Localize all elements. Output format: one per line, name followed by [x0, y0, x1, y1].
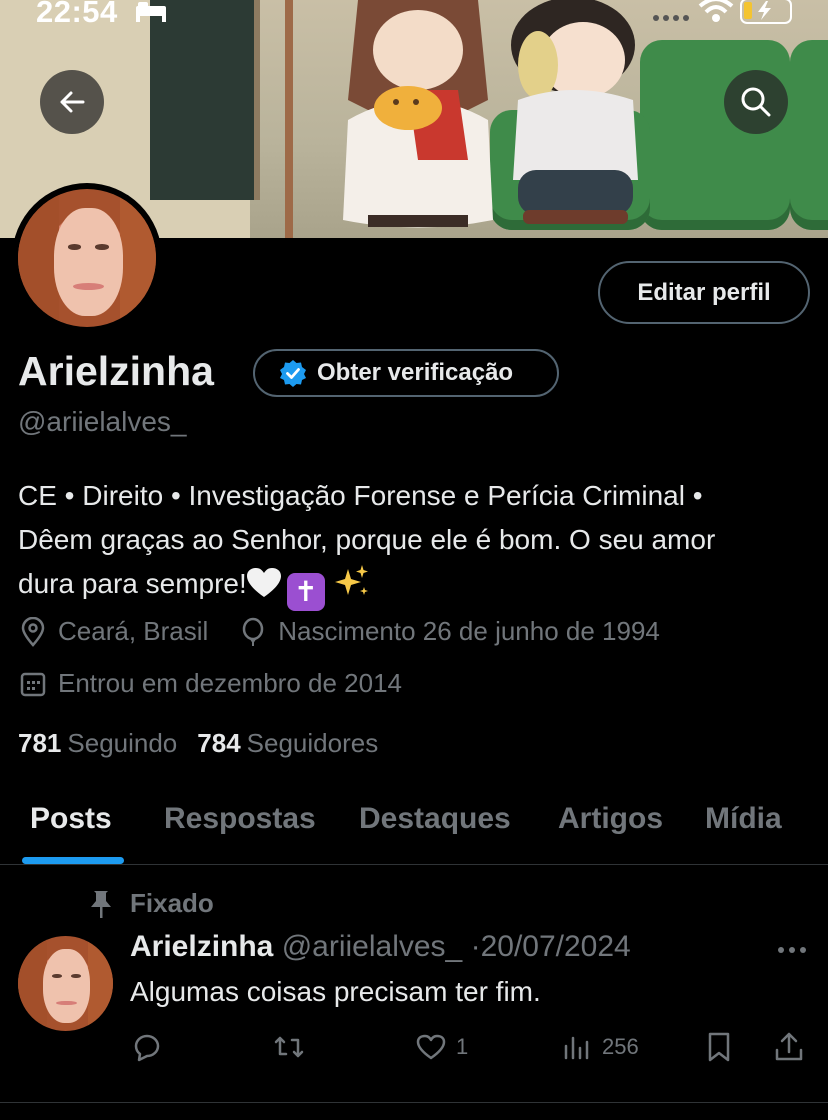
tab-posts[interactable]: Posts — [30, 802, 112, 836]
location-text: Ceará, Brasil — [58, 616, 209, 646]
latin-cross-emoji-icon: ✝ — [286, 573, 325, 611]
pinned-indicator: Fixado — [88, 888, 214, 919]
bio-line: Dêem graças ao Senhor, porque ele é bom.… — [18, 524, 716, 555]
status-bar: 22:54 — [0, 0, 828, 30]
birthday-text: Nascimento 26 de junho de 1994 — [278, 616, 660, 646]
cellular-signal-icon — [653, 15, 689, 21]
battery-icon — [740, 0, 792, 24]
views-button[interactable]: 256 — [560, 1030, 639, 1064]
get-verified-label: Obter verificação — [317, 359, 514, 386]
banner-window — [150, 0, 260, 200]
bookmark-icon — [708, 1032, 730, 1062]
like-button[interactable]: 1 — [414, 1030, 468, 1064]
pinned-label: Fixado — [130, 888, 214, 918]
banner-seat — [790, 40, 828, 230]
joined-item: Entrou em dezembro de 2014 — [18, 668, 402, 699]
banner-rail — [285, 0, 293, 238]
balloon-icon — [243, 617, 264, 646]
followers-link[interactable]: 784 Seguidores — [197, 728, 378, 759]
status-time: 22:54 — [36, 0, 118, 29]
tab-highlights[interactable]: Destaques — [359, 802, 511, 836]
post-date[interactable]: 20/07/2024 — [481, 930, 631, 963]
profile-meta-row: Ceará, Brasil Nascimento 26 de junho de … — [18, 616, 690, 647]
followers-count: 784 — [197, 728, 241, 758]
profile-avatar[interactable] — [12, 183, 162, 333]
post-actions: 1 256 — [0, 1030, 828, 1070]
tab-media[interactable]: Mídia — [705, 802, 782, 836]
banner-illustration-girl — [511, 0, 638, 224]
post-author-handle[interactable]: @ariielalves_ — [282, 930, 463, 963]
bio-line: CE • Direito • Investigação Forense e Pe… — [18, 480, 703, 511]
back-arrow-icon — [60, 91, 85, 113]
bookmark-button[interactable] — [702, 1030, 736, 1064]
joined-text: Entrou em dezembro de 2014 — [58, 668, 402, 698]
location-icon — [21, 616, 45, 647]
views-count: 256 — [602, 1034, 639, 1059]
avatar-photo — [18, 936, 113, 1031]
banner-seat — [640, 40, 790, 230]
profile-bio: CE • Direito • Investigação Forense e Pe… — [18, 474, 818, 611]
calendar-icon — [20, 672, 46, 696]
repost-icon — [274, 1036, 304, 1058]
back-button[interactable] — [40, 70, 104, 134]
post-author-avatar[interactable] — [18, 936, 113, 1031]
reply-button[interactable] — [130, 1030, 164, 1064]
birthday-item: Nascimento 26 de junho de 1994 — [238, 616, 660, 647]
location-item: Ceará, Brasil — [18, 616, 208, 647]
post-author-name[interactable]: Arielzinha — [130, 930, 273, 963]
tab-articles[interactable]: Artigos — [558, 802, 663, 836]
profile-name: Arielzinha — [18, 348, 214, 394]
search-icon — [741, 87, 771, 117]
profile-handle: @ariielalves_ — [18, 406, 187, 437]
post-header: Arielzinha @ariielalves_ ·20/07/2024 — [130, 930, 631, 964]
charging-bolt-icon — [744, 1, 771, 20]
banner-illustration-girl — [343, 0, 493, 228]
pin-icon — [91, 890, 111, 918]
search-button[interactable] — [724, 70, 788, 134]
verified-badge-icon — [280, 360, 306, 387]
profile-tabs: Posts Respostas Destaques Artigos Mídia — [0, 780, 828, 865]
share-icon — [775, 1032, 803, 1061]
repost-button[interactable] — [272, 1030, 306, 1064]
divider — [0, 1102, 828, 1103]
following-link[interactable]: 781 Seguindo — [18, 728, 177, 759]
post-text: Algumas coisas precisam ter fim. — [130, 976, 541, 1007]
get-verified-button[interactable]: Obter verificação — [253, 349, 559, 397]
reply-icon — [134, 1034, 160, 1062]
follow-stats: 781 Seguindo 784 Seguidores — [18, 728, 378, 759]
sleep-mode-icon — [136, 2, 166, 22]
following-label: Seguindo — [67, 728, 178, 758]
avatar-photo — [18, 189, 156, 327]
views-icon — [564, 1036, 589, 1060]
followers-label: Seguidores — [246, 728, 379, 758]
active-tab-indicator — [22, 857, 124, 864]
like-icon — [416, 1034, 446, 1060]
tab-replies[interactable]: Respostas — [164, 802, 316, 836]
like-count: 1 — [456, 1034, 469, 1059]
more-icon[interactable] — [776, 940, 808, 960]
profile-meta-row: Entrou em dezembro de 2014 — [18, 668, 432, 699]
following-count: 781 — [18, 728, 62, 758]
wifi-icon — [698, 0, 734, 22]
edit-profile-button[interactable]: Editar perfil — [598, 261, 810, 324]
white-heart-emoji-icon — [246, 568, 281, 597]
bio-line-last: dura para sempre! ✝ — [18, 562, 818, 611]
post-separator: · — [470, 930, 481, 963]
share-button[interactable] — [772, 1030, 806, 1064]
sparkles-emoji-icon — [334, 565, 368, 595]
bio-line: dura para sempre! — [18, 568, 247, 599]
